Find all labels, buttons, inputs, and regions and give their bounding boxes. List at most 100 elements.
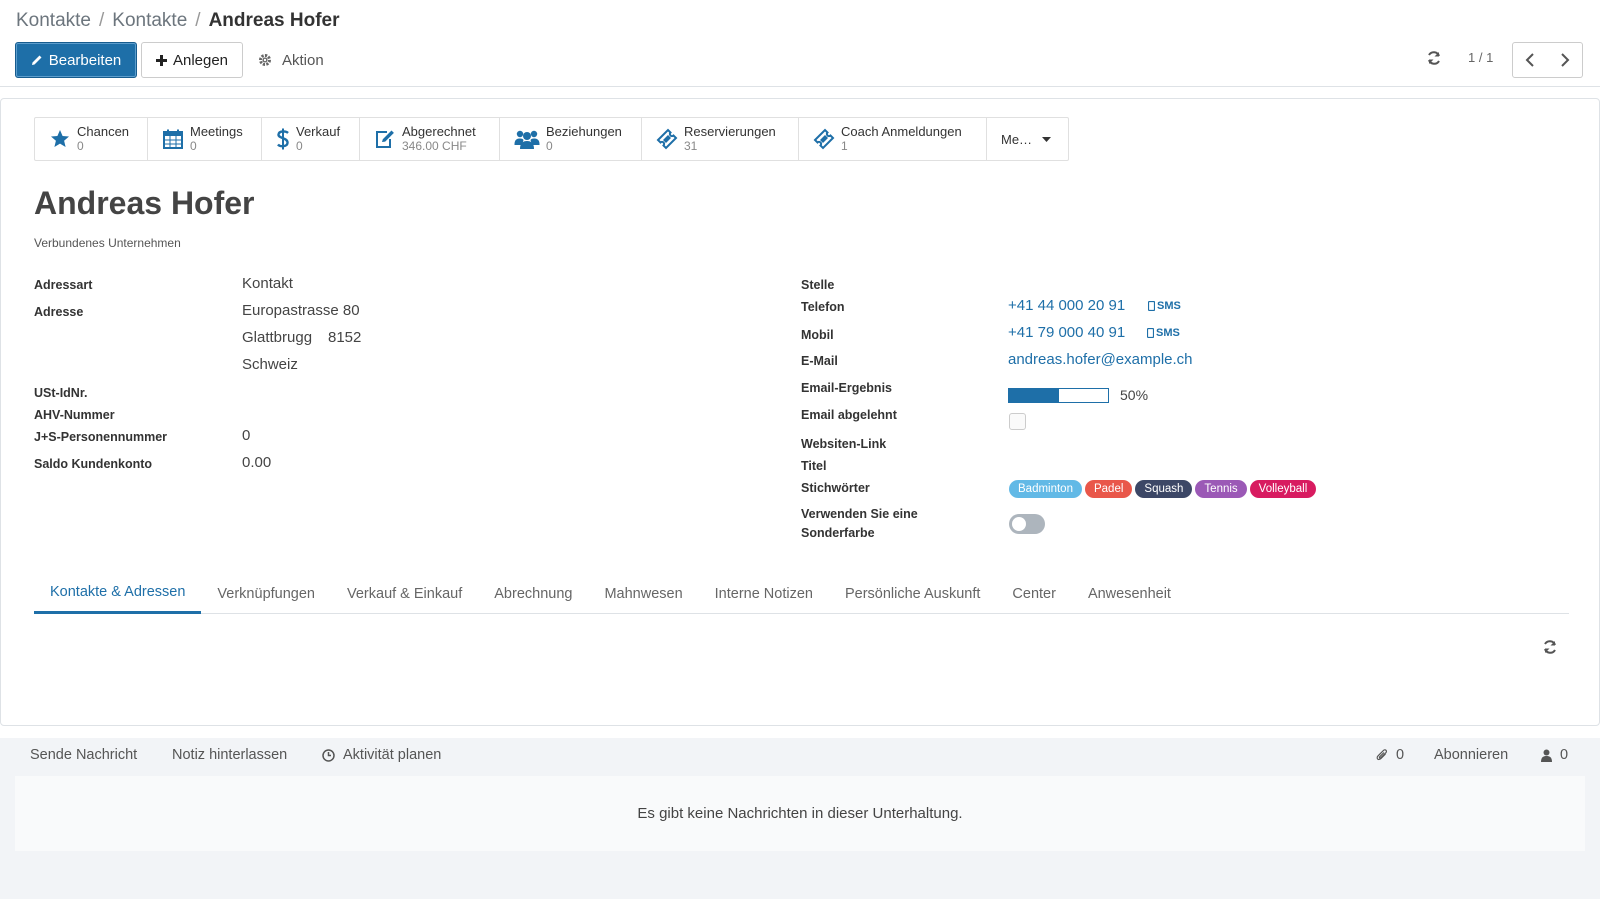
stat-value: 1 xyxy=(841,139,848,153)
more-button[interactable]: Me… xyxy=(987,118,1068,160)
chevron-right-icon xyxy=(1560,53,1569,67)
reload-icon[interactable] xyxy=(1542,639,1558,655)
tab-contacts-addresses[interactable]: Kontakte & Adressen xyxy=(34,573,202,614)
tag-badge[interactable]: Padel xyxy=(1084,480,1133,498)
ticket-icon xyxy=(656,128,678,150)
mobile-label: Mobil xyxy=(801,328,834,342)
breadcrumb-item[interactable]: Kontakte xyxy=(16,10,91,31)
follow-button[interactable]: Abonnieren xyxy=(1434,747,1508,763)
reload-icon[interactable] xyxy=(1426,50,1442,66)
pager-value[interactable]: 1 / 1 xyxy=(1468,50,1493,65)
address-label: Adresse xyxy=(34,305,84,319)
city-value: Glattbrugg xyxy=(242,329,313,346)
pager-next-button[interactable] xyxy=(1547,42,1583,78)
street-value: Europastrasse 80 xyxy=(242,302,360,319)
tag-badge[interactable]: Badminton xyxy=(1009,480,1082,498)
vat-label: USt-IdNr. xyxy=(34,386,88,400)
email-result-progress xyxy=(1008,388,1109,403)
plus-icon xyxy=(155,54,167,66)
stat-button-coach-registrations[interactable]: Coach Anmeldungen 1 xyxy=(799,118,987,160)
stat-button-meetings[interactable]: Meetings 0 xyxy=(148,118,262,160)
tab-attendance[interactable]: Anwesenheit xyxy=(1072,573,1187,614)
followers-button[interactable]: 0 xyxy=(1541,747,1568,763)
create-button[interactable]: Anlegen xyxy=(141,42,243,78)
tags-label: Stichwörter xyxy=(801,481,870,495)
stat-value: 346.00 CHF xyxy=(402,139,467,153)
stat-label: Abgerechnet xyxy=(402,124,476,139)
breadcrumb-item[interactable]: Kontakte xyxy=(112,10,187,31)
star-icon xyxy=(51,130,69,147)
tab-dunning[interactable]: Mahnwesen xyxy=(588,573,698,614)
email-link[interactable]: andreas.hofer@example.ch xyxy=(1008,351,1193,368)
mobile-sms-link[interactable]: SMS xyxy=(1147,327,1180,339)
special-color-toggle[interactable] xyxy=(1009,514,1045,534)
mobile-link[interactable]: +41 79 000 40 91 xyxy=(1008,324,1125,341)
special-color-label: Verwenden Sie eine Sonderfarbe xyxy=(801,507,918,540)
smart-button-box: Chancen 0 Meetings 0 Verkauf 0 Abgerechnet 3… xyxy=(34,117,1069,161)
tab-links[interactable]: Verknüpfungen xyxy=(201,573,331,614)
tag-badge[interactable]: Tennis xyxy=(1195,480,1247,498)
stat-button-reservations[interactable]: Reservierungen 31 xyxy=(642,118,799,160)
website-label: Websiten-Link xyxy=(801,437,887,451)
send-message-label: Sende Nachricht xyxy=(30,747,138,763)
sms-label: SMS xyxy=(1157,300,1181,312)
stat-value: 31 xyxy=(684,139,698,153)
schedule-activity-button[interactable]: Aktivität planen xyxy=(322,747,441,763)
stat-button-invoiced[interactable]: Abgerechnet 346.00 CHF xyxy=(360,118,500,160)
stat-label: Meetings xyxy=(190,124,243,139)
stat-button-sales[interactable]: Verkauf 0 xyxy=(262,118,360,160)
tab-center[interactable]: Center xyxy=(996,573,1072,614)
js-number-label: J+S-Personennummer xyxy=(34,430,168,444)
action-dropdown[interactable]: Aktion xyxy=(258,42,338,78)
ahv-label: AHV-Nummer xyxy=(34,408,115,422)
edit-button[interactable]: Bearbeiten xyxy=(15,42,137,78)
form-sheet: Chancen 0 Meetings 0 Verkauf 0 Abgerechnet 3… xyxy=(0,98,1600,726)
stat-label: Coach Anmeldungen xyxy=(841,124,962,139)
country-value: Schweiz xyxy=(242,356,298,373)
phone-link[interactable]: +41 44 000 20 91 xyxy=(1008,297,1125,314)
ticket-icon xyxy=(813,128,835,150)
email-refused-checkbox[interactable] xyxy=(1009,413,1026,430)
gear-icon xyxy=(259,54,271,66)
stat-button-opportunities[interactable]: Chancen 0 xyxy=(35,118,148,160)
tags-field[interactable]: Badminton Padel Squash Tennis Volleyball xyxy=(1009,480,1317,498)
tag-badge[interactable]: Volleyball xyxy=(1249,480,1317,498)
email-result-label: Email-Ergebnis xyxy=(801,381,892,395)
followers-count: 0 xyxy=(1560,747,1569,763)
tab-internal-notes[interactable]: Interne Notizen xyxy=(699,573,829,614)
toggle-knob xyxy=(1012,517,1026,531)
paperclip-icon xyxy=(1376,749,1388,761)
action-label: Aktion xyxy=(282,51,324,69)
users-icon xyxy=(514,130,540,149)
tab-personal-info[interactable]: Persönliche Auskunft xyxy=(829,573,996,614)
chevron-left-icon xyxy=(1525,53,1534,67)
email-result-text: 50% xyxy=(1120,387,1149,403)
follow-label: Abonnieren xyxy=(1434,747,1509,763)
chatter-empty-state: Es gibt keine Nachrichten in dieser Unte… xyxy=(15,776,1585,851)
tag-badge[interactable]: Squash xyxy=(1135,480,1193,498)
tab-sales-purchase[interactable]: Verkauf & Einkauf xyxy=(331,573,478,614)
breadcrumb-separator: / xyxy=(195,10,201,31)
phone-label: Telefon xyxy=(801,300,845,314)
send-message-button[interactable]: Sende Nachricht xyxy=(30,747,137,763)
empty-message: Es gibt keine Nachrichten in dieser Unte… xyxy=(637,805,963,822)
parent-company-field[interactable]: Verbundenes Unternehmen xyxy=(34,236,181,250)
calendar-icon xyxy=(163,129,183,149)
user-icon xyxy=(1541,749,1552,762)
balance-value: 0.00 xyxy=(242,454,272,471)
stat-button-relations[interactable]: Beziehungen 0 xyxy=(500,118,642,160)
caret-down-icon xyxy=(1042,136,1052,142)
log-note-button[interactable]: Notiz hinterlassen xyxy=(172,747,287,763)
schedule-activity-label: Aktivität planen xyxy=(343,747,442,763)
tab-invoicing[interactable]: Abrechnung xyxy=(478,573,588,614)
attachments-button[interactable]: 0 xyxy=(1376,747,1404,763)
pager-previous-button[interactable] xyxy=(1512,42,1548,78)
clock-icon xyxy=(322,748,335,762)
partner-name[interactable]: Andreas Hofer xyxy=(34,185,255,222)
chatter-topbar: Sende Nachricht Notiz hinterlassen Aktiv… xyxy=(0,738,1600,774)
mobile-icon xyxy=(1147,328,1154,338)
stat-label: Chancen xyxy=(77,124,130,139)
title-label: Titel xyxy=(801,459,827,473)
phone-sms-link[interactable]: SMS xyxy=(1148,300,1181,312)
progress-fill xyxy=(1009,389,1059,402)
